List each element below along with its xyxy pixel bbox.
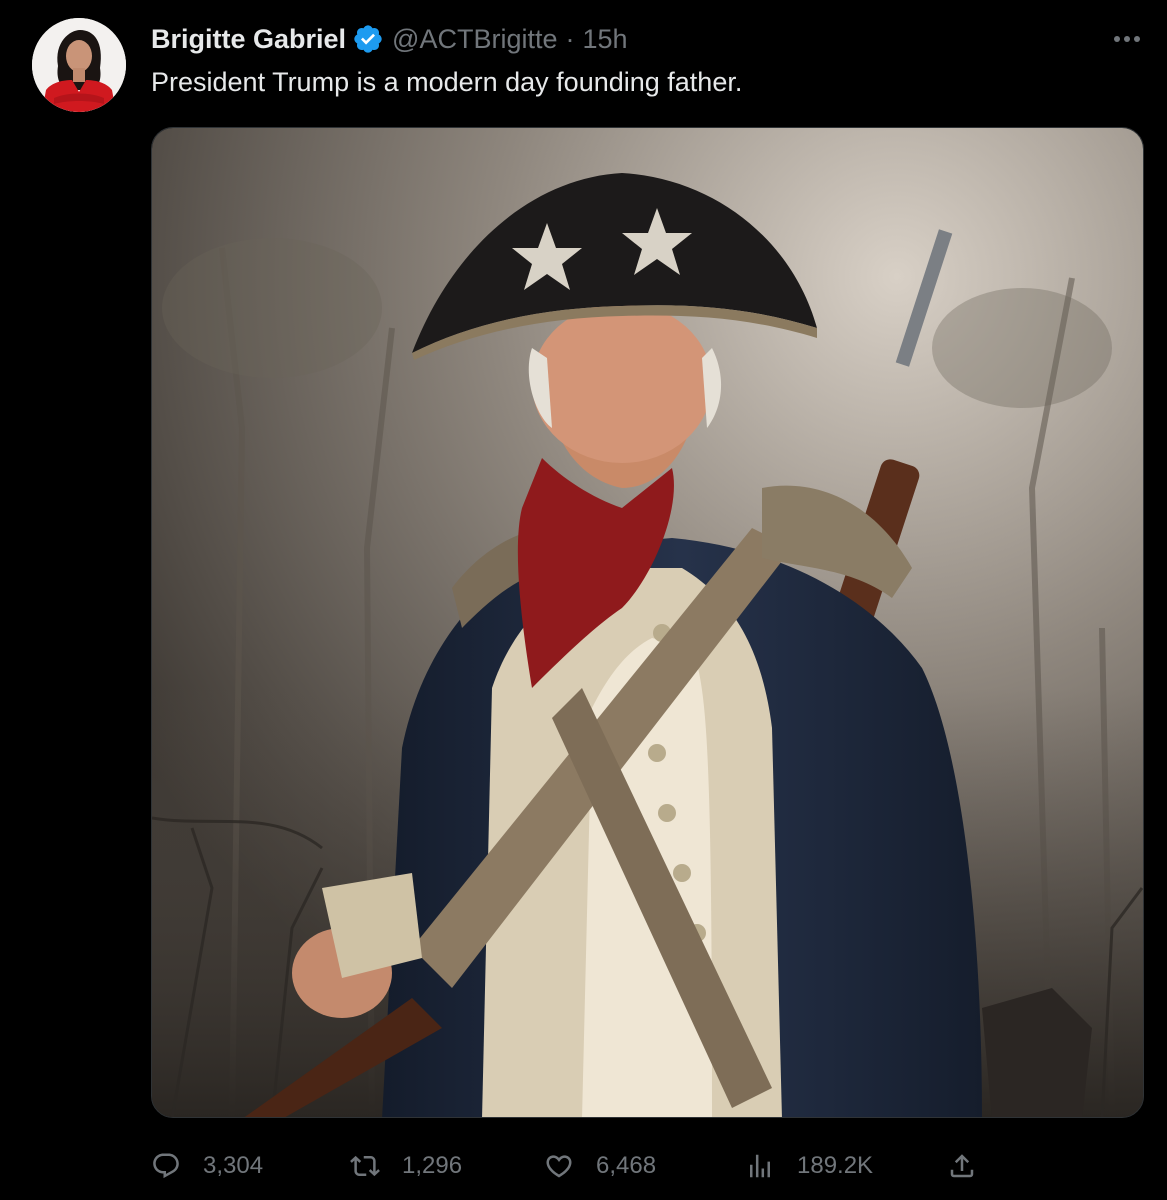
tweet-header: Brigitte Gabriel @ACTBrigitte · 15h: [151, 22, 628, 56]
like-button[interactable]: 6,468: [544, 1144, 656, 1188]
retweet-count: 1,296: [402, 1152, 463, 1179]
tweet-text: President Trump is a modern day founding…: [151, 67, 743, 97]
separator-dot: ·: [565, 23, 575, 54]
views-count: 189.2K: [797, 1152, 874, 1179]
share-button[interactable]: [947, 1144, 977, 1188]
avatar[interactable]: [32, 18, 126, 112]
timestamp[interactable]: 15h: [583, 24, 628, 55]
retweet-button[interactable]: 1,296: [350, 1144, 462, 1188]
more-horizontal-icon[interactable]: [1110, 26, 1144, 52]
verified-badge-icon[interactable]: [352, 23, 384, 55]
retweet-icon: [350, 1155, 380, 1177]
tweet-image[interactable]: [151, 127, 1144, 1118]
display-name[interactable]: Brigitte Gabriel: [151, 24, 346, 55]
views-bar-chart-icon: [750, 1154, 770, 1178]
tweet-actions: 3,304 1,296 6,468 189.2K: [151, 1144, 1144, 1188]
share-icon: [950, 1154, 974, 1178]
author-handle[interactable]: @ACTBrigitte: [392, 24, 557, 55]
reply-button[interactable]: 3,304: [151, 1144, 263, 1188]
tweet[interactable]: Brigitte Gabriel @ACTBrigitte · 15h Pres…: [0, 0, 1167, 1200]
reply-count: 3,304: [203, 1152, 264, 1179]
reply-icon: [153, 1153, 179, 1179]
like-count: 6,468: [596, 1152, 657, 1179]
views-button[interactable]: 189.2K: [745, 1144, 873, 1188]
heart-icon: [546, 1155, 572, 1178]
